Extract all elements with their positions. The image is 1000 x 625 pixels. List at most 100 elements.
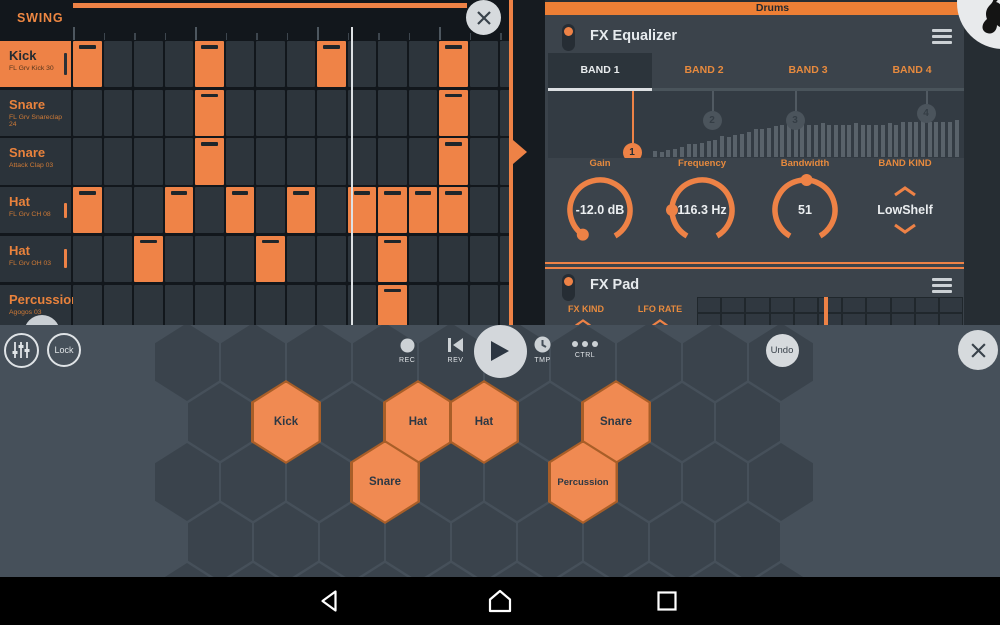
step-cell[interactable] (165, 285, 194, 326)
step-cell[interactable] (470, 90, 499, 136)
step-cell[interactable] (73, 138, 102, 184)
step-cell[interactable] (104, 187, 133, 233)
step-cell[interactable] (378, 236, 407, 282)
step-cell[interactable] (439, 90, 468, 136)
step-cell[interactable] (287, 41, 316, 87)
step-cell[interactable] (256, 41, 285, 87)
step-cell[interactable] (317, 90, 346, 136)
control-button[interactable]: CTRL (570, 340, 600, 359)
play-button[interactable] (474, 325, 527, 378)
step-cell[interactable] (317, 236, 346, 282)
fx-pad-cell[interactable] (721, 297, 745, 313)
step-cell[interactable] (409, 285, 438, 326)
step-cell[interactable] (409, 187, 438, 233)
step-cell[interactable] (104, 41, 133, 87)
step-cell[interactable] (134, 90, 163, 136)
fx-pad-cell[interactable] (866, 313, 890, 326)
step-cell[interactable] (287, 236, 316, 282)
step-cell[interactable] (439, 187, 468, 233)
step-cell[interactable] (439, 138, 468, 184)
step-cell[interactable] (226, 285, 255, 326)
step-cell[interactable] (256, 187, 285, 233)
fx-pad-cell[interactable] (794, 297, 818, 313)
step-cell[interactable] (226, 187, 255, 233)
step-cell[interactable] (134, 138, 163, 184)
panel-expand-handle-icon[interactable] (513, 140, 527, 164)
android-home-button[interactable] (487, 588, 513, 614)
step-cell[interactable] (226, 236, 255, 282)
step-cell[interactable] (165, 138, 194, 184)
pattern-position-bar[interactable] (73, 3, 467, 8)
fx-pad-cell[interactable] (697, 297, 721, 313)
step-cell[interactable] (104, 285, 133, 326)
fx-pad-cell[interactable] (842, 297, 866, 313)
step-cell[interactable] (439, 41, 468, 87)
fx-pad-cell[interactable] (818, 313, 842, 326)
step-cell[interactable] (195, 90, 224, 136)
step-cell[interactable] (195, 236, 224, 282)
step-cell[interactable] (226, 138, 255, 184)
tab-band-4[interactable]: BAND 4 (860, 53, 964, 88)
record-button[interactable]: REC (399, 338, 415, 364)
step-cell[interactable] (287, 187, 316, 233)
undo-button[interactable]: Undo (766, 334, 799, 367)
tempo-button[interactable]: TMP (534, 336, 551, 364)
step-cell[interactable] (165, 236, 194, 282)
step-cell[interactable] (317, 41, 346, 87)
android-recents-button[interactable] (654, 588, 680, 614)
fx-pad-cell[interactable] (866, 297, 890, 313)
track-label[interactable]: SnareAttack Clap 03 (0, 138, 71, 184)
fx-pad-cell[interactable] (891, 297, 915, 313)
step-cell[interactable] (195, 187, 224, 233)
step-cell[interactable] (470, 187, 499, 233)
fx-pad-cell[interactable] (842, 313, 866, 326)
lock-button[interactable]: Lock (47, 333, 81, 367)
step-cell[interactable] (134, 236, 163, 282)
fx-pad-cell[interactable] (939, 313, 963, 326)
step-cell[interactable] (73, 236, 102, 282)
step-cell[interactable] (226, 90, 255, 136)
fx-pad-cell[interactable] (770, 297, 794, 313)
band-kind-down-icon[interactable] (893, 223, 917, 234)
step-cell[interactable] (73, 41, 102, 87)
band-marker-4[interactable]: 4 (917, 104, 936, 123)
fx-pad-cell[interactable] (915, 313, 939, 326)
fx-equalizer-menu-icon[interactable] (932, 29, 952, 44)
step-cell[interactable] (165, 90, 194, 136)
track-label[interactable]: SnareFL Grv Snareclap 24 (0, 90, 71, 136)
step-cell[interactable] (439, 236, 468, 282)
step-cell[interactable] (134, 187, 163, 233)
eq-spectrum-graph[interactable]: 1234 (548, 91, 964, 158)
step-cell[interactable] (470, 138, 499, 184)
step-cell[interactable] (409, 41, 438, 87)
track-label[interactable]: HatFL Grv CH 08 (0, 187, 71, 233)
step-cell[interactable] (287, 138, 316, 184)
tab-band-3[interactable]: BAND 3 (756, 53, 860, 88)
step-cell[interactable] (256, 236, 285, 282)
band-marker-1[interactable]: 1 (623, 143, 642, 159)
step-cell[interactable] (134, 285, 163, 326)
fx-pad-menu-icon[interactable] (932, 278, 952, 293)
step-cell[interactable] (104, 90, 133, 136)
mixer-button[interactable] (4, 333, 39, 368)
fx-pad-cell[interactable] (794, 313, 818, 326)
step-cell[interactable] (256, 285, 285, 326)
step-cell[interactable] (165, 41, 194, 87)
step-cell[interactable] (104, 236, 133, 282)
tab-band-1[interactable]: BAND 1 (548, 53, 652, 88)
fx-pad-cell[interactable] (770, 313, 794, 326)
step-cell[interactable] (378, 41, 407, 87)
band-kind-up-icon[interactable] (893, 186, 917, 197)
step-cell[interactable] (409, 236, 438, 282)
step-cell[interactable] (134, 41, 163, 87)
android-back-button[interactable] (318, 588, 344, 614)
step-cell[interactable] (378, 285, 407, 326)
fx-pad-cell[interactable] (721, 313, 745, 326)
step-cell[interactable] (195, 41, 224, 87)
fx-pad-cell[interactable] (939, 297, 963, 313)
step-cell[interactable] (73, 90, 102, 136)
fx-pad-cell[interactable] (745, 313, 769, 326)
step-cell[interactable] (195, 138, 224, 184)
step-cell[interactable] (470, 285, 499, 326)
tab-band-2[interactable]: BAND 2 (652, 53, 756, 88)
